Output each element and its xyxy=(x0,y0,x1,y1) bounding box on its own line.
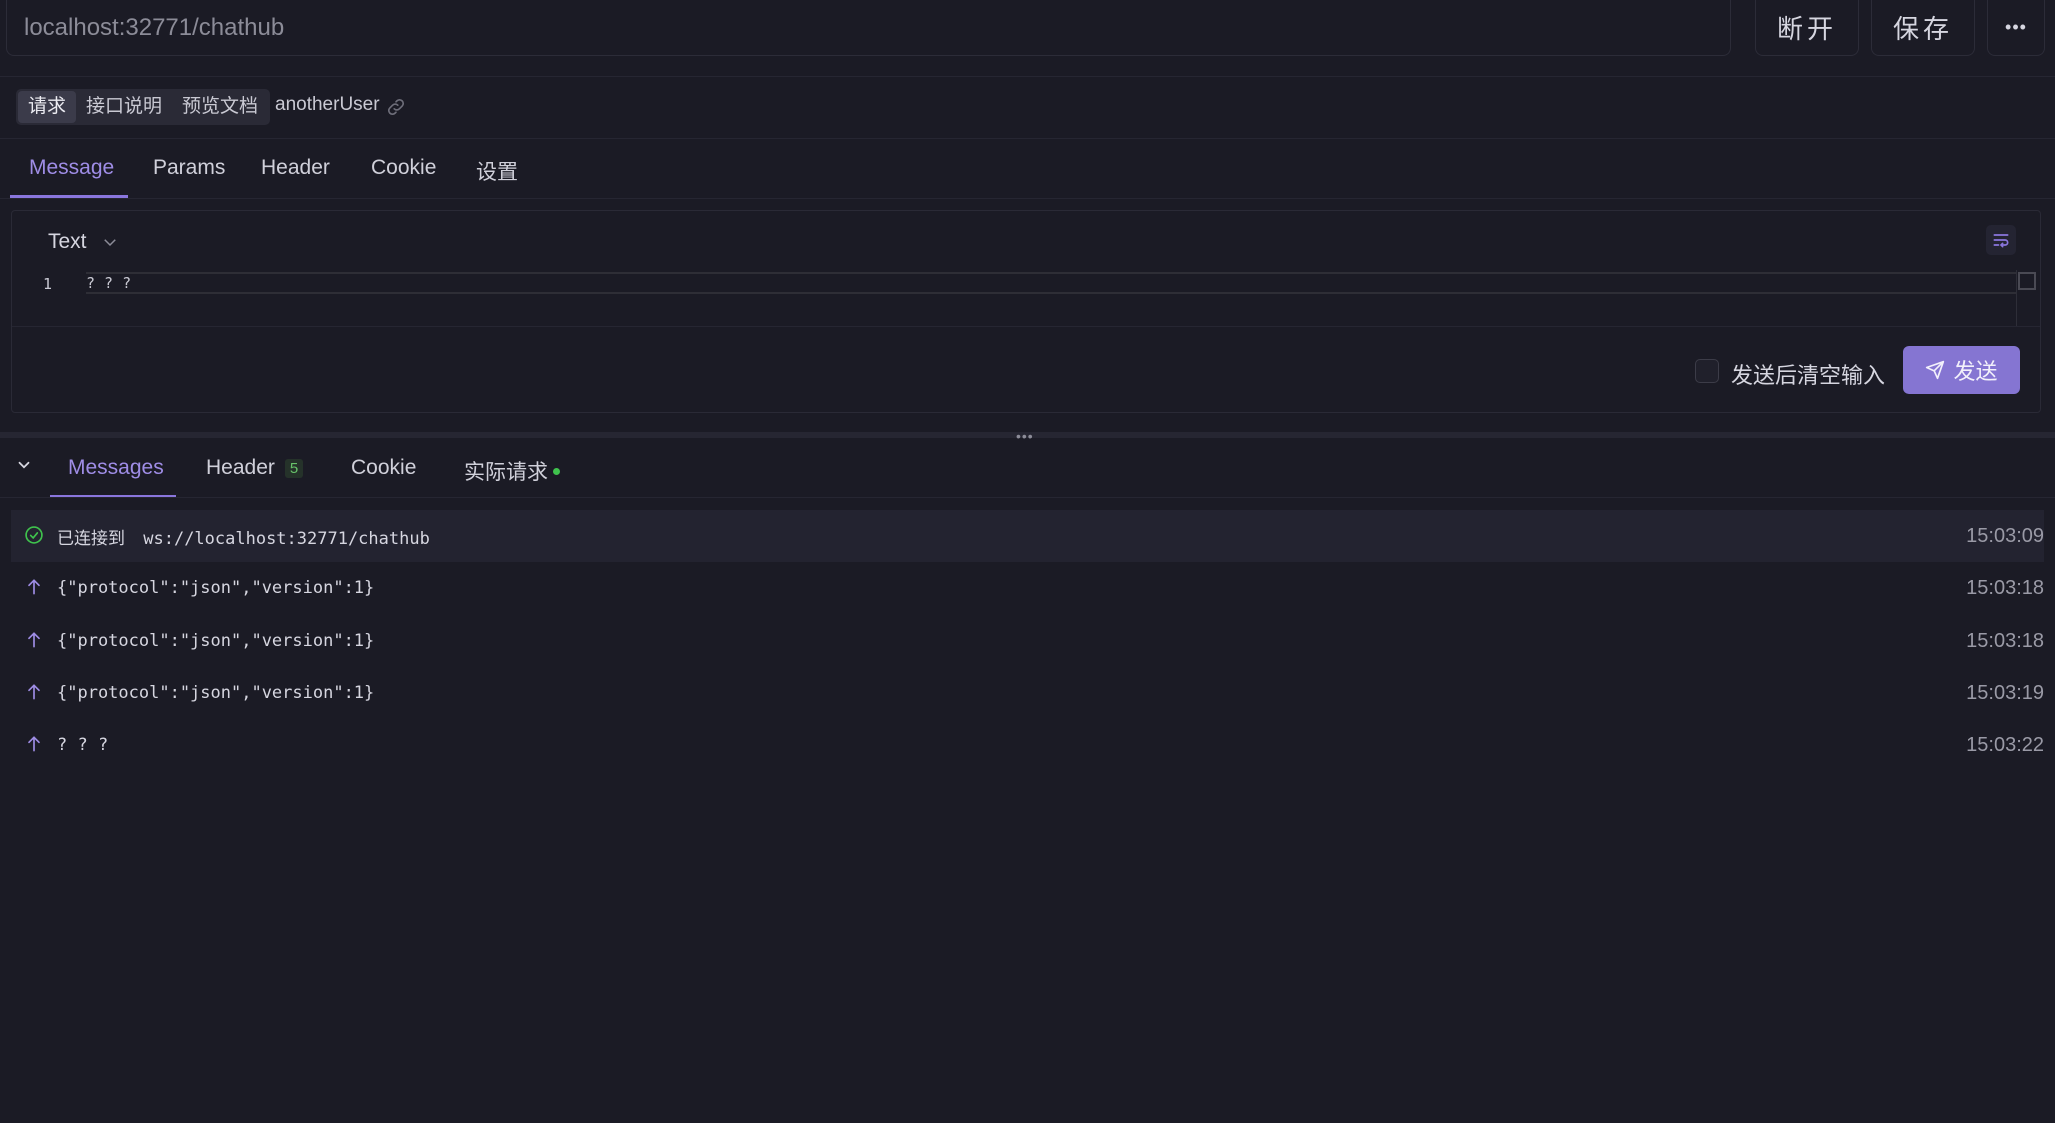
message-text: {"protocol":"json","version":1} xyxy=(57,631,375,651)
link-icon[interactable] xyxy=(385,96,407,118)
tab-message[interactable]: Message xyxy=(29,156,114,180)
mode-tab-group: 请求 接口说明 预览文档 xyxy=(16,89,271,125)
message-type-select[interactable]: Text xyxy=(48,230,119,254)
arrow-up-icon xyxy=(28,736,40,752)
message-time: 15:03:18 xyxy=(1966,576,2044,599)
send-label: 发送 xyxy=(1953,359,1998,384)
wrap-text-icon xyxy=(1993,234,2009,248)
message-text: 已连接到 ws://localhost:32771/chathub xyxy=(57,524,430,549)
header-count-badge: 5 xyxy=(284,458,304,478)
line-number: 1 xyxy=(43,275,53,293)
message-time: 15:03:22 xyxy=(1966,733,2044,756)
tab-response-header[interactable]: Header 5 xyxy=(206,456,304,480)
tab-actual-request[interactable]: 实际请求 xyxy=(464,456,560,486)
message-time: 15:03:18 xyxy=(1966,629,2044,652)
message-text: {"protocol":"json","version":1} xyxy=(57,683,375,703)
arrow-up-icon xyxy=(28,632,40,648)
chevron-down-icon xyxy=(103,239,116,247)
more-options-button[interactable]: ••• xyxy=(1987,0,2045,56)
message-time: 15:03:09 xyxy=(1966,524,2044,547)
message-type-value: Text xyxy=(48,230,87,253)
arrow-up-icon xyxy=(28,684,40,700)
code-editor-input[interactable]: ? ? ? xyxy=(86,274,131,292)
connected-prefix: 已连接到 xyxy=(57,528,125,549)
divider xyxy=(0,497,2055,498)
drag-handle-icon[interactable]: ••• xyxy=(1016,428,1034,444)
message-text: ? ? ? xyxy=(57,735,109,755)
clear-after-send-checkbox[interactable] xyxy=(1695,359,1719,383)
tab-actual-request-label: 实际请求 xyxy=(464,461,548,484)
send-button[interactable]: 发送 xyxy=(1903,346,2020,394)
tab-response-cookie[interactable]: Cookie xyxy=(351,456,416,480)
tab-messages[interactable]: Messages xyxy=(68,456,164,480)
message-row[interactable]: {"protocol":"json","version":1} 15:03:19 xyxy=(11,667,2044,719)
url-value: localhost:32771/chathub xyxy=(24,13,285,41)
tab-cookie[interactable]: Cookie xyxy=(371,156,436,180)
message-time: 15:03:19 xyxy=(1966,681,2044,704)
connected-url: ws://localhost:32771/chathub xyxy=(143,528,430,549)
mode-tab-preview-doc[interactable]: 预览文档 xyxy=(172,91,268,123)
status-dot xyxy=(553,467,560,475)
check-circle-icon xyxy=(25,526,43,544)
message-text: {"protocol":"json","version":1} xyxy=(57,578,375,598)
url-input[interactable]: localhost:32771/chathub xyxy=(6,0,1731,56)
send-icon xyxy=(1926,360,1945,380)
save-button[interactable]: 保存 xyxy=(1871,0,1975,56)
message-row[interactable]: {"protocol":"json","version":1} 15:03:18 xyxy=(11,562,2044,614)
tab-response-header-label: Header xyxy=(206,456,275,479)
tab-response-cookie-label: Cookie xyxy=(351,456,417,479)
divider xyxy=(0,138,2055,139)
user-name: anotherUser xyxy=(275,94,380,115)
mode-tab-api-doc[interactable]: 接口说明 xyxy=(76,91,172,123)
disconnect-label: 断开 xyxy=(1776,14,1837,44)
tab-header[interactable]: Header xyxy=(261,156,330,180)
message-row[interactable]: ? ? ? 15:03:22 xyxy=(11,719,2044,771)
tab-messages-label: Messages xyxy=(68,456,164,479)
code-current-line xyxy=(86,272,2016,294)
word-wrap-button[interactable] xyxy=(1986,225,2016,255)
message-row[interactable]: {"protocol":"json","version":1} 15:03:18 xyxy=(11,615,2044,667)
divider xyxy=(12,326,2040,327)
tab-params[interactable]: Params xyxy=(153,156,225,180)
arrow-up-icon xyxy=(28,579,40,595)
message-row[interactable]: 已连接到 ws://localhost:32771/chathub 15:03:… xyxy=(11,510,2044,562)
disconnect-button[interactable]: 断开 xyxy=(1755,0,1859,56)
editor-minimap-thumb[interactable] xyxy=(2018,272,2036,290)
save-label: 保存 xyxy=(1892,14,1953,44)
divider xyxy=(0,198,2055,199)
mode-tab-request[interactable]: 请求 xyxy=(18,91,77,123)
clear-after-send-label: 发送后清空输入 xyxy=(1731,363,1886,388)
divider xyxy=(0,76,2055,77)
tab-settings[interactable]: 设置 xyxy=(476,156,518,186)
collapse-chevron-icon[interactable] xyxy=(15,456,33,474)
more-icon: ••• xyxy=(2005,17,2027,37)
